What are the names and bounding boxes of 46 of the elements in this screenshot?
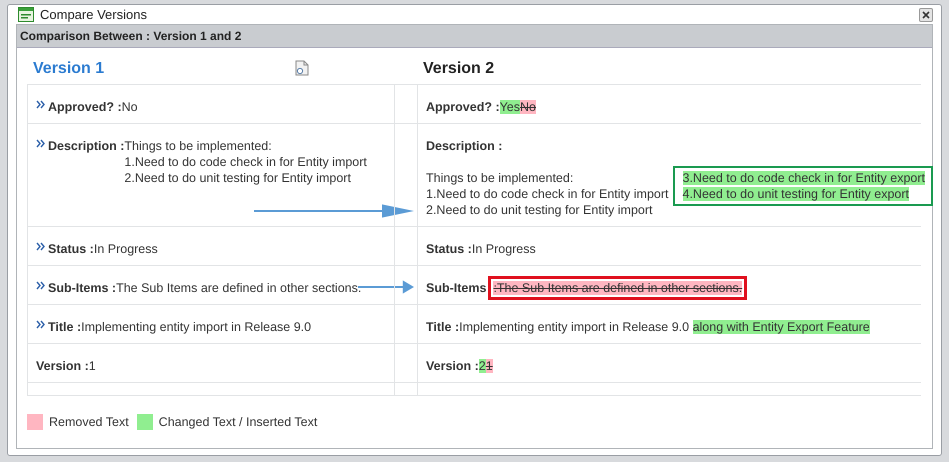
field-value: 3.Need to do code check in for Entity export <box>682 171 925 185</box>
field-value: Implementing entity import in Release 9.0 <box>459 320 690 334</box>
expand-icon[interactable] <box>36 139 45 148</box>
field-value: Things to be implemented: <box>124 138 273 154</box>
field-label: Version : <box>426 358 479 374</box>
expand-icon[interactable] <box>36 242 45 251</box>
field-value: 1.Need to do code check in for Entity import <box>426 187 668 201</box>
field-label: Title : <box>48 319 82 335</box>
field-label: Approved? : <box>48 99 122 115</box>
field-value: 1 <box>88 358 96 374</box>
field-label: Status : <box>48 241 94 257</box>
document-icon[interactable] <box>295 60 309 76</box>
window-icon <box>18 7 34 22</box>
field-label: Description : <box>426 138 504 154</box>
legend-label: Removed Text <box>49 415 129 429</box>
field-value: 2.Need to do unit testing for Entity import <box>426 203 653 217</box>
field-value: 2 <box>478 359 486 373</box>
field-value: along with Entity Export Feature <box>692 320 870 334</box>
expand-icon[interactable] <box>36 320 45 329</box>
column-heading: Version 2 <box>423 60 494 78</box>
field-value: :The Sub Items are defined in other sections. <box>493 281 742 295</box>
field-value: 2.Need to do unit testing for Entity import <box>124 170 352 186</box>
column-heading: Version 1 <box>33 60 104 78</box>
field-value: In Progress <box>472 242 536 256</box>
field-label: Status : <box>426 241 472 257</box>
field-value: No <box>520 100 536 114</box>
panel-header: Comparison Between : Version 1 and 2 <box>17 25 932 48</box>
field-value: 1.Need to do code check in for Entity import <box>124 154 367 170</box>
field-label: Version : <box>36 358 89 374</box>
field-value: The Sub Items are defined in other sections. <box>116 280 362 296</box>
field-value: In Progress <box>94 241 158 257</box>
expand-icon[interactable] <box>36 100 45 109</box>
field-label: Description : <box>48 138 124 154</box>
field-value: Implementing entity import in Release 9.0 <box>81 319 312 335</box>
expand-icon[interactable] <box>36 281 45 290</box>
close-button[interactable] <box>919 8 933 22</box>
close-icon <box>922 10 930 18</box>
field-value: Things to be implemented: <box>426 171 574 185</box>
field-value: Yes <box>500 100 520 114</box>
field-label: Sub-Items : <box>48 280 116 296</box>
legend-label: Changed Text / Inserted Text <box>158 415 318 429</box>
field-value: No <box>122 99 138 115</box>
field-label: Sub-Items <box>426 280 486 296</box>
field-label: Title : <box>426 319 460 335</box>
field-label: Approved? : <box>426 99 500 115</box>
window-title: Compare Versions <box>40 7 148 22</box>
